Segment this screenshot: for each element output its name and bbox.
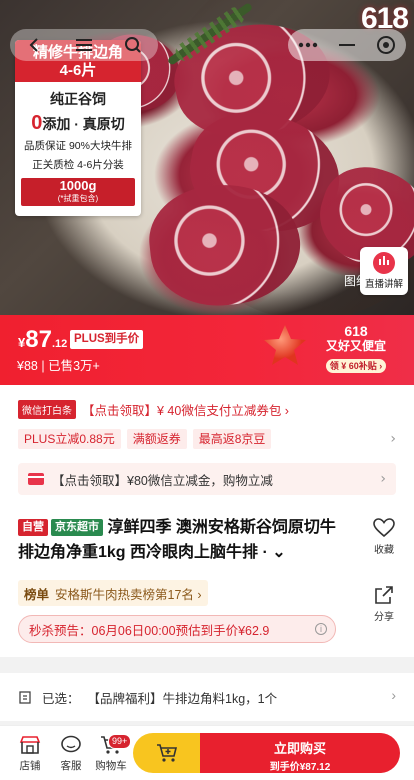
live-label: 直播讲解 [364,279,403,290]
expand-icon[interactable]: ⌄ [272,544,285,561]
ranking-badge[interactable]: 榜单 安格斯牛肉热卖榜第17名 › [18,580,208,606]
product-title-section: 自营 京东超市 淳鲜四季 澳洲安格斯谷饲原切牛排边角净重1kg 西冷眼肉上脑牛排 … [0,505,414,657]
store-button[interactable]: 店铺 [10,735,50,773]
wechat-bonus-bar[interactable]: 【点击领取】¥80微信立减金，购物立减 › [18,463,396,495]
promo-chip[interactable]: PLUS立减0.88元 [18,429,121,449]
chevron-right-icon[interactable]: › [390,431,396,447]
product-page: 618 精修牛排边角 4-6片 纯正谷饲 0添加 · 真原切 品质保证 90%大… [0,0,414,780]
jd-supermarket-tag: 京东超市 [51,519,103,536]
chat-icon [61,735,81,753]
wechat-coupon-text: 【点击领取】¥ 40微信支付立减券包 › [82,404,289,418]
star-balloon-icon [264,325,306,365]
promo-chip[interactable]: 满额返券 [126,429,187,449]
service-label: 客服 [60,760,82,772]
share-button[interactable]: 分享 [366,585,402,623]
product-info-card: 精修牛排边角 4-6片 纯正谷饲 0添加 · 真原切 品质保证 90%大块牛排 … [15,40,141,216]
rank-key: 榜单 [24,587,50,602]
sold-count: 已售3万+ [48,359,100,373]
search-icon[interactable] [119,31,147,59]
share-icon [375,586,393,604]
wechat-bonus-text: 【点击领取】¥80微信立减金，购物立减 [52,473,273,488]
nav-right-group [288,29,406,61]
card-feature2: 0添加 · 真原切 [31,112,125,134]
nav-left-group [10,29,158,61]
promo-chips-row[interactable]: PLUS立减0.88元 满额返券 最高返8京豆 [18,429,272,449]
target-icon[interactable] [372,31,400,59]
original-price: ¥88 [17,359,38,373]
subsidy-pill[interactable]: 领 ¥ 60补贴 › [325,359,387,373]
wechat-tag: 微信打白条 [18,400,76,419]
share-label: 分享 [374,612,394,623]
card-feature1: 纯正谷饲 [50,91,106,107]
card-feature4: 正关质检 4-6片分装 [32,159,124,171]
add-cart-icon [157,744,178,762]
flash-sale-text: 秒杀预告：06月06日00:00预估到手价¥62.9 [29,623,270,638]
current-price: ¥87.12 [18,326,68,353]
buy-now-button[interactable]: 立即购买 到手价¥87.12 [200,733,400,773]
self-operated-tag: 自营 [18,519,48,536]
cart-badge: 99+ [108,734,132,749]
product-title: 自营 京东超市 淳鲜四季 澳洲安格斯谷饲原切牛排边角净重1kg 西冷眼肉上脑牛排 … [18,515,344,565]
price-subline: ¥88 | 已售3万+ [17,359,100,373]
selected-value: 【品牌福利】牛排边角料1kg，1个 [87,691,278,706]
card-line2: 4-6片 [59,62,97,79]
collect-button[interactable]: 收藏 [366,518,402,556]
cart-label: 购物车 [95,760,127,772]
live-explain-button[interactable]: 直播讲解 [360,247,408,295]
card-icon [28,473,44,485]
more-icon[interactable] [294,31,322,59]
heart-icon [373,518,395,538]
selected-label: 已选： [42,691,80,706]
minimize-icon[interactable] [333,31,361,59]
selected-spec-row[interactable]: 已选： 【品牌福利】牛排边角料1kg，1个 › [0,673,414,721]
card-feature3: 品质保证 90%大块牛排 [24,140,132,152]
promo-618[interactable]: 618 又好又便宜 领 ¥ 60补贴 › [323,323,389,373]
add-to-cart-button[interactable] [133,733,201,773]
wechat-coupon-row[interactable]: 微信打白条 【点击领取】¥ 40微信支付立减券包 › [18,400,289,419]
chevron-right-icon: › [380,471,386,487]
buy-now-price: 到手价¥87.12 [269,762,331,773]
store-label: 店铺 [19,760,41,772]
rank-value: 安格斯牛肉热卖榜第17名 › [55,587,202,602]
flash-sale-preview[interactable]: 秒杀预告：06月06日00:00预估到手价¥62.9 i [18,615,336,643]
collect-label: 收藏 [374,545,394,556]
clipboard-icon [19,691,31,704]
promo-chip[interactable]: 最高返8京豆 [192,429,272,449]
card-weight: 1000g (*拭重包含) [21,178,135,206]
store-icon [19,736,41,754]
live-icon [373,252,395,274]
menu-icon[interactable] [70,31,98,59]
service-button[interactable]: 客服 [51,735,91,773]
plus-price-tag: PLUS到手价 [70,330,144,349]
info-icon[interactable]: i [315,623,327,635]
promo-section: 微信打白条 【点击领取】¥ 40微信支付立减券包 › PLUS立减0.88元 满… [0,385,414,505]
buy-now-label: 立即购买 [273,741,326,756]
back-arrow-icon[interactable] [21,31,49,59]
chevron-right-icon: › [391,687,396,703]
